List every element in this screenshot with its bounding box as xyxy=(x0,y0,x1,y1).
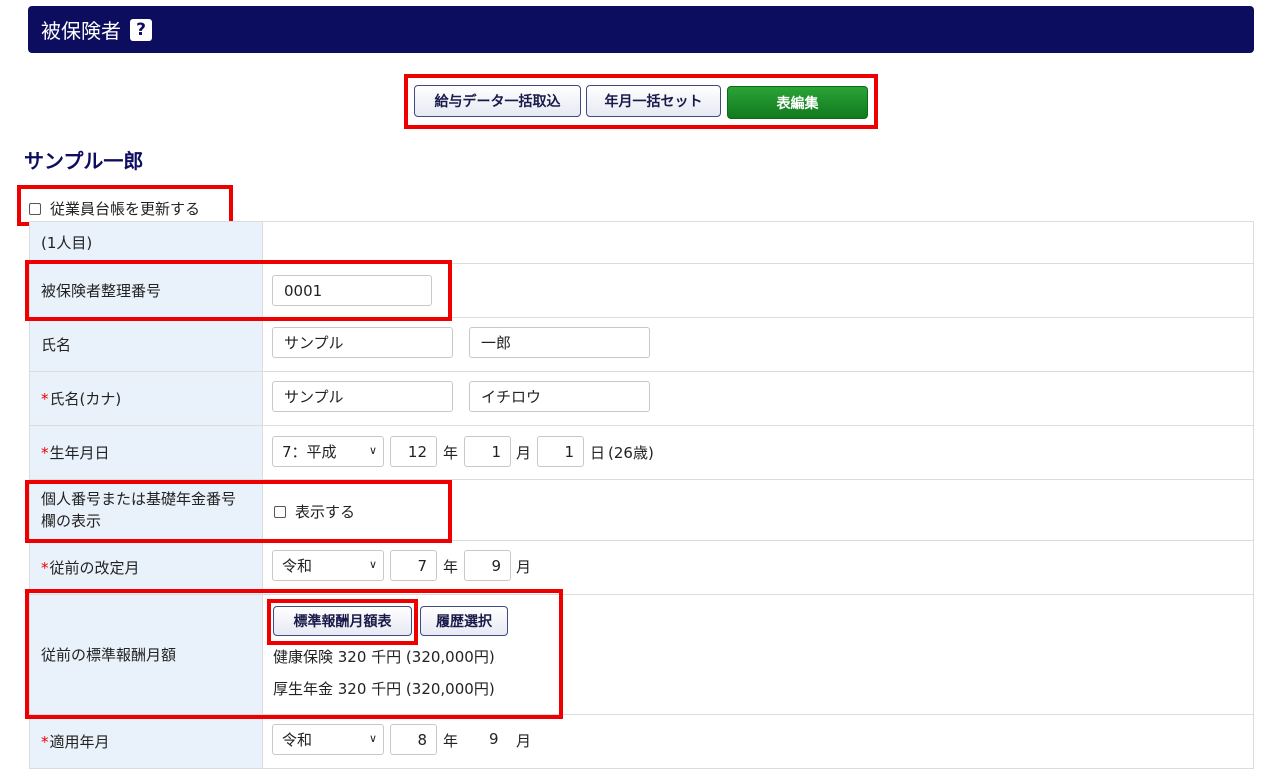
table-edit-button[interactable]: 表編集 xyxy=(727,86,868,119)
pension-amount: 厚生年金 320 千円 (320,000円) xyxy=(273,680,495,698)
age-text: (26歳) xyxy=(608,444,654,462)
last-name-input[interactable]: サンプル xyxy=(272,327,453,358)
month-unit: 月 xyxy=(516,558,532,576)
applicable-era-select[interactable]: 令和 ∨ xyxy=(272,724,384,755)
mynumber-label-line1: 個人番号または基礎年金番号 xyxy=(41,490,237,508)
insured-number-input[interactable]: 0001 xyxy=(272,275,432,306)
kana-label: 氏名(カナ) xyxy=(49,389,122,408)
prev-revision-month-input[interactable]: 9 xyxy=(464,550,511,581)
required-mark: * xyxy=(41,443,49,462)
month-unit: 月 xyxy=(516,732,532,750)
form-row-kana: * 氏名(カナ) サンプル イチロウ xyxy=(29,372,1254,426)
history-select-button[interactable]: 履歴選択 xyxy=(420,606,508,636)
prev-revision-label: 従前の改定月 xyxy=(49,558,140,577)
form-row-name: 氏名 サンプル 一郎 xyxy=(29,318,1254,372)
mynumber-display-label: 表示する xyxy=(295,503,356,521)
page-header: 被保険者 ? xyxy=(28,6,1254,53)
birth-year-input[interactable]: 12 xyxy=(390,436,437,467)
year-unit: 年 xyxy=(443,732,459,750)
year-unit: 年 xyxy=(443,444,459,462)
birth-day-input[interactable]: 1 xyxy=(537,436,584,467)
bulk-set-date-button[interactable]: 年月一括セット xyxy=(586,85,721,117)
prev-revision-year-input[interactable]: 7 xyxy=(390,550,437,581)
form-row-index: (1人目) xyxy=(29,222,1254,264)
form-row-prev-revision: * 従前の改定月 令和 ∨ 7 年 9 月 xyxy=(29,541,1254,595)
month-unit: 月 xyxy=(516,444,532,462)
mynumber-display-checkbox[interactable] xyxy=(274,505,286,518)
prev-revision-era-select[interactable]: 令和 ∨ xyxy=(272,550,384,581)
birth-era-value: 7：平成 xyxy=(282,443,337,461)
update-ledger-checkbox-row[interactable]: 従業員台帳を更新する xyxy=(29,198,200,219)
health-insurance-amount: 健康保険 320 千円 (320,000円) xyxy=(273,648,495,666)
prev-salary-label: 従前の標準報酬月額 xyxy=(30,595,263,714)
chevron-down-icon: ∨ xyxy=(368,558,377,571)
update-ledger-label: 従業員台帳を更新する xyxy=(50,200,201,218)
day-unit: 日 xyxy=(590,444,606,462)
mynumber-label-line2: 欄の表示 xyxy=(41,512,102,530)
applicable-month-label: 適用年月 xyxy=(49,732,110,751)
update-ledger-checkbox[interactable] xyxy=(29,202,41,215)
form-row-prev-salary: 従前の標準報酬月額 標準報酬月額表 履歴選択 健康保険 320 千円 (320,… xyxy=(29,595,1254,715)
bulk-import-salary-button[interactable]: 給与データ一括取込 xyxy=(414,85,581,117)
form-row-applicable-month: * 適用年月 令和 ∨ 8 年 9 月 xyxy=(29,715,1254,769)
birth-era-select[interactable]: 7：平成 ∨ xyxy=(272,436,384,467)
chevron-down-icon: ∨ xyxy=(368,444,377,457)
birthdate-label: 生年月日 xyxy=(49,443,110,462)
row-index-label: (1人目) xyxy=(30,222,263,263)
applicable-era-value: 令和 xyxy=(282,731,313,749)
standard-salary-table-button[interactable]: 標準報酬月額表 xyxy=(273,606,412,636)
person-name: サンプル一郎 xyxy=(24,149,144,173)
form-row-birthdate: * 生年月日 7：平成 ∨ 12 年 1 月 1 日 (26歳) xyxy=(29,426,1254,480)
mynumber-display-row[interactable]: 表示する xyxy=(274,501,355,522)
applicable-month-value: 9 xyxy=(489,730,499,748)
insured-number-label: 被保険者整理番号 xyxy=(30,264,263,317)
chevron-down-icon: ∨ xyxy=(368,732,377,745)
applicable-year-input[interactable]: 8 xyxy=(390,724,437,755)
last-name-kana-input[interactable]: サンプル xyxy=(272,381,453,412)
first-name-input[interactable]: 一郎 xyxy=(469,327,650,358)
insured-form-table: (1人目) 被保険者整理番号 0001 氏名 サンプル 一郎 * 氏名(カナ) サ… xyxy=(29,221,1254,769)
first-name-kana-input[interactable]: イチロウ xyxy=(469,381,650,412)
help-icon[interactable]: ? xyxy=(130,18,152,41)
page-title: 被保険者 xyxy=(41,19,121,43)
prev-revision-era-value: 令和 xyxy=(282,557,313,575)
required-mark: * xyxy=(41,732,49,751)
required-mark: * xyxy=(41,558,49,577)
form-row-insured-number: 被保険者整理番号 0001 xyxy=(29,264,1254,318)
name-label: 氏名 xyxy=(30,318,263,371)
form-row-mynumber: 個人番号または基礎年金番号 欄の表示 表示する xyxy=(29,480,1254,541)
birth-month-input[interactable]: 1 xyxy=(464,436,511,467)
year-unit: 年 xyxy=(443,558,459,576)
required-mark: * xyxy=(41,389,49,408)
